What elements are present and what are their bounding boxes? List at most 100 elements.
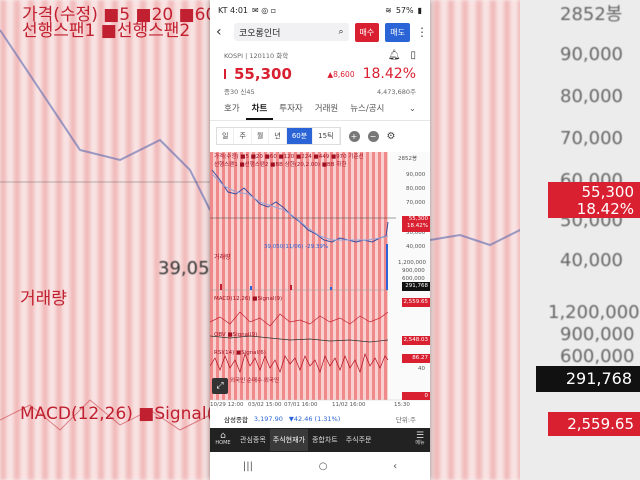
market-info: KOSPI | 120110 화학 🔔︎ ▯: [210, 44, 430, 62]
macd-legend: MACD(12,26) ■Signal(9): [214, 296, 283, 302]
x-tick-4: 15:30: [394, 402, 410, 408]
bg-tick-0: 2852봉: [560, 4, 623, 25]
status-icons: ✉ ◎ ▫: [252, 5, 277, 15]
tab-broker[interactable]: 거래원: [309, 98, 344, 120]
quote-sub-row: 증30 신45 4,473,680주: [210, 86, 430, 98]
bg-tick-2: 80,000: [560, 86, 623, 107]
gear-icon[interactable]: ⚙: [387, 131, 396, 142]
home-circle-icon[interactable]: ○: [319, 461, 328, 472]
price-change-percent: 18.42%: [362, 66, 416, 82]
macd-tag: 2,559.65: [402, 298, 430, 307]
price-tag: 55,300 18.42%: [402, 216, 430, 232]
bg-price-tag-value: 55,300: [581, 183, 635, 201]
obv-legend: OBV ■Signal(9): [214, 332, 258, 338]
carrier-time: KT 4:01: [218, 5, 249, 15]
stock-search-field[interactable]: 코오롱인더 ⌕: [234, 23, 349, 41]
system-navigation: ||| ○ ‹: [210, 452, 430, 480]
price-tick-3: 70,000: [406, 200, 426, 206]
zero-tag: 0: [402, 392, 430, 400]
bg-volume-label: 거래량: [20, 289, 67, 309]
tab-news[interactable]: 뉴스/공시: [344, 98, 390, 120]
buy-button[interactable]: 매수: [354, 22, 380, 42]
tab-orderbook[interactable]: 호가: [218, 98, 246, 120]
index-value: 3,197.90: [253, 415, 283, 423]
price-tick-1: 90,000: [406, 172, 426, 178]
more-options-icon[interactable]: ⋮: [416, 25, 428, 39]
period-options: 일 주 월 년 60분 15틱: [216, 127, 341, 145]
home-icon: ⌂: [220, 431, 226, 441]
phone-screen: KT 4:01 ✉ ◎ ▫ ≋ 57% ▮ ‹ 코오롱인더 ⌕ 매수 매도 ⋮ KOS…: [210, 0, 430, 480]
expand-chart-icon[interactable]: ⤢: [212, 378, 228, 394]
bg-macd-label: MACD(12,26) ■Signal(9): [20, 404, 231, 424]
bg-volume-tag: 291,768: [536, 366, 640, 392]
volume-tick-0: 1,200,000: [398, 260, 426, 266]
up-indicator: [224, 69, 226, 79]
battery-level: 57%: [395, 5, 414, 15]
bg-tick-7: 1,200,000: [548, 302, 640, 323]
back-chevron-icon[interactable]: ‹: [393, 461, 397, 472]
status-bar: KT 4:01 ✉ ◎ ▫ ≋ 57% ▮: [210, 0, 430, 20]
chart-background: [210, 152, 388, 400]
recent-apps-icon[interactable]: |||: [243, 461, 253, 472]
margin-rate: 증30: [224, 88, 239, 96]
low-price-marker: 39,050(11/06) -29.39%: [264, 244, 329, 250]
period-15tick[interactable]: 15틱: [313, 128, 340, 144]
current-price: 55,300: [234, 65, 292, 83]
index-change: ▼42.46 (1.31%): [288, 415, 341, 423]
bg-price-tag-pct: 18.42%: [576, 200, 634, 218]
rsi-base-tick: 40: [418, 366, 425, 372]
bg-legend-2: 선행스팬1 ■선행스팬2: [22, 21, 191, 41]
chart-legend-ichimoku: 선행스팬1 ■선행스팬2 ■BB 상한(20,2.00) ■BB 하한: [214, 162, 347, 168]
unit-label: 단위:주: [395, 416, 416, 424]
back-arrow-icon[interactable]: ‹: [216, 24, 228, 40]
period-year[interactable]: 년: [269, 128, 287, 144]
home-button[interactable]: ⌂ HOME: [210, 431, 236, 447]
bg-tick-6: 40,000: [560, 250, 623, 271]
nav-order[interactable]: 주식주문: [342, 435, 376, 445]
foreign-legend: 외국인 순매수·외국인: [230, 378, 280, 384]
nav-chart[interactable]: 종합차트: [308, 435, 342, 445]
price-tick-0: 2852봉: [398, 156, 418, 162]
chart-svg: [210, 152, 430, 401]
chevron-down-icon[interactable]: ⌄: [403, 98, 422, 120]
stock-chart[interactable]: 가격(수정) ■5 ■20 ■60 ■120 ■224 ■449 ■970 기준…: [210, 152, 430, 412]
wifi-icon: ≋: [385, 5, 392, 15]
search-icon[interactable]: ⌕: [338, 27, 343, 37]
price-row: 55,300 ▲8,600 18.42%: [210, 62, 430, 86]
bg-tick-9: 600,000: [560, 346, 635, 367]
nav-current-price[interactable]: 주식현재가: [269, 429, 308, 451]
period-selector: 일 주 월 년 60분 15틱 + − ⚙: [216, 125, 424, 147]
bg-tick-8: 900,000: [560, 324, 635, 345]
info-tabs: 호가 차트 투자자 거래원 뉴스/공시 ⌄: [210, 98, 430, 121]
zoom-out-icon[interactable]: −: [367, 130, 379, 142]
index-name: 삼성종합: [224, 416, 248, 424]
bottom-navigation: ⌂ HOME 관심종목 주식현재가 종합차트 주식주문 ☰ 메뉴: [210, 428, 430, 452]
x-tick-3: 11/02 16:00: [332, 402, 366, 408]
volume-tag: 291,768: [402, 282, 430, 291]
zoom-in-icon[interactable]: +: [348, 130, 360, 142]
volume-legend: 거래량: [214, 254, 231, 261]
price-tag-percent: 18.42%: [407, 223, 428, 229]
price-tick-6: 40,000: [406, 244, 426, 250]
bg-price-tag: 55,300 18.42%: [548, 182, 640, 218]
period-60min[interactable]: 60분: [286, 128, 314, 144]
nav-watchlist[interactable]: 관심종목: [236, 435, 270, 445]
period-month[interactable]: 월: [252, 128, 270, 144]
home-label: HOME: [215, 440, 231, 446]
index-bar[interactable]: 삼성종합 3,197.90 ▼42.46 (1.31%) 단위:주: [210, 412, 430, 426]
tab-chart[interactable]: 차트: [245, 98, 274, 120]
document-icon[interactable]: ▯: [410, 50, 416, 61]
exchange-label: KOSPI: [224, 52, 243, 60]
stock-name: 코오롱인더: [239, 28, 281, 39]
period-week[interactable]: 주: [234, 128, 252, 144]
bell-icon[interactable]: 🔔︎: [388, 50, 401, 61]
sell-button[interactable]: 매도: [385, 22, 410, 42]
bg-tick-3: 70,000: [560, 128, 623, 149]
chart-legend-price: 가격(수정) ■5 ■20 ■60 ■120 ■224 ■449 ■970 기준…: [214, 154, 364, 160]
tab-investor[interactable]: 투자자: [273, 98, 308, 120]
credit-rate: 신45: [240, 88, 255, 96]
x-tick-2: 07/01 16:00: [284, 402, 318, 408]
menu-label: 메뉴: [415, 440, 425, 446]
period-day[interactable]: 일: [217, 128, 235, 144]
menu-button[interactable]: ☰ 메뉴: [410, 432, 430, 447]
